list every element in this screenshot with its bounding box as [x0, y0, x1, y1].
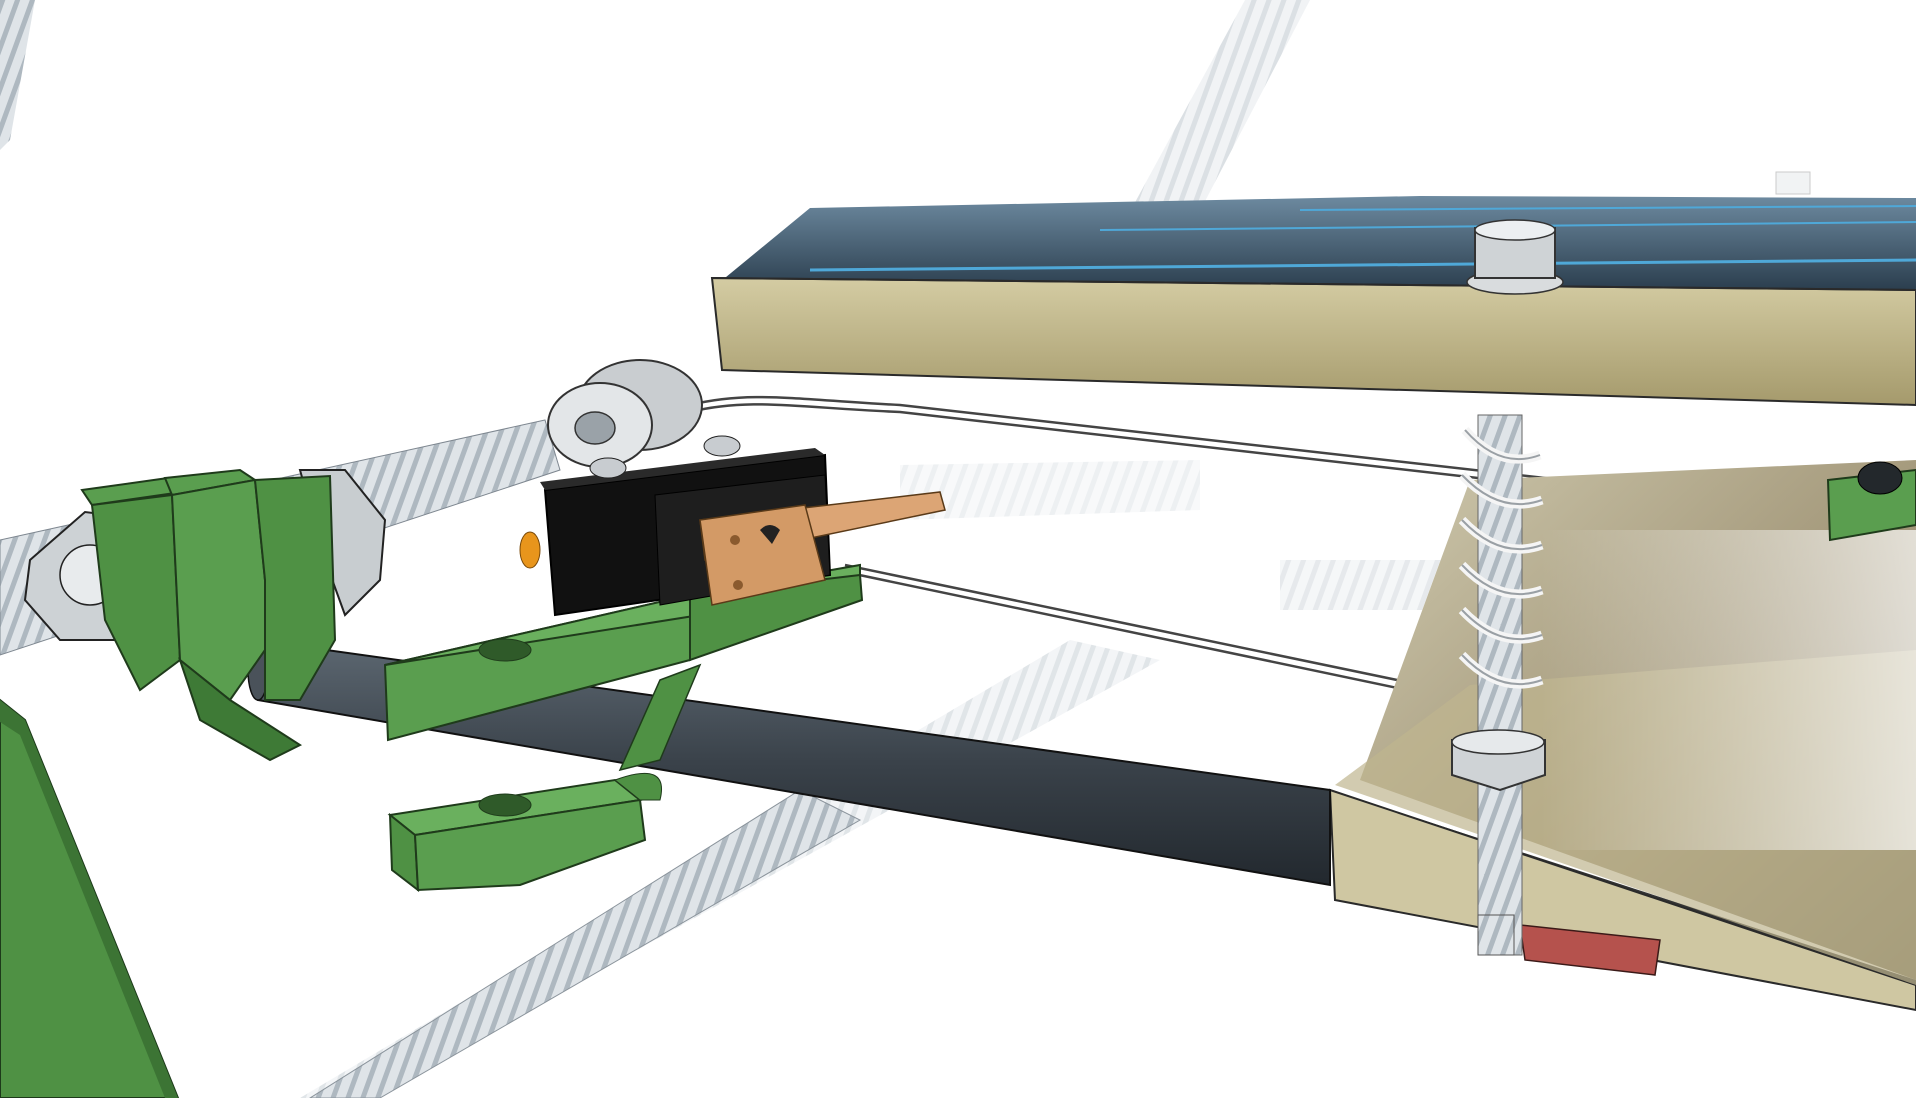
3d-printer-bed-endstop-render [0, 0, 1916, 1098]
bearing-idler [547, 359, 703, 468]
print-bed-upper [710, 196, 1916, 407]
rod-holder-foot [387, 772, 662, 893]
small-screw-far [1775, 171, 1811, 195]
cap-screw-icon [1466, 219, 1564, 295]
rod-holder-clamp [80, 468, 337, 762]
print-bed-lower [1328, 460, 1916, 1012]
